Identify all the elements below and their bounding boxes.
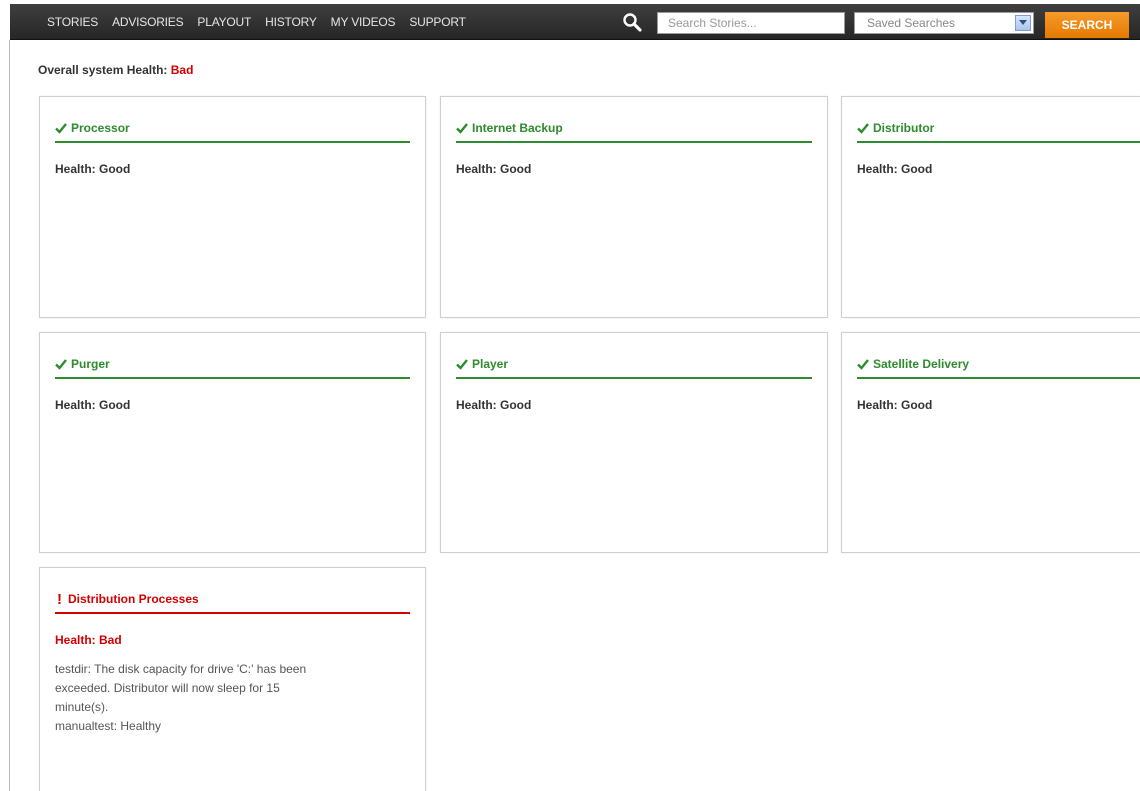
card-title: Purger: [71, 357, 110, 371]
health-card-satellite-delivery: Satellite Delivery Health: Good: [841, 332, 1140, 553]
card-health-status: Health: Good: [857, 398, 933, 412]
checkmark-icon: [456, 123, 468, 134]
health-card-player: Player Health: Good: [440, 332, 828, 553]
card-title: Satellite Delivery: [873, 357, 970, 371]
nav-item-playout[interactable]: PLAYOUT: [190, 4, 258, 40]
nav-item-history[interactable]: HISTORY: [258, 4, 324, 40]
saved-searches-dropdown[interactable]: Saved Searches: [854, 12, 1034, 34]
card-title: Distribution Processes: [68, 592, 199, 606]
card-header: Internet Backup: [456, 115, 812, 143]
detail-line: minute(s).: [55, 700, 109, 714]
nav-item-advisories[interactable]: ADVISORIES: [105, 4, 190, 40]
checkmark-icon: [55, 123, 67, 134]
card-health-status: Health: Good: [55, 398, 131, 412]
card-title: Internet Backup: [472, 121, 563, 135]
card-title: Distributor: [873, 121, 935, 135]
search-stories-input[interactable]: [657, 12, 845, 34]
card-title: Processor: [71, 121, 130, 135]
left-border-line: [9, 40, 10, 791]
nav-item-stories[interactable]: STORIES: [40, 4, 105, 40]
health-card-distributor: Distributor Health: Good: [841, 96, 1140, 318]
nav-menu: STORIES ADVISORIES PLAYOUT HISTORY MY VI…: [40, 4, 473, 40]
card-header: Purger: [55, 351, 410, 379]
overall-health: Overall system Health: Bad: [38, 63, 193, 77]
card-header: Satellite Delivery: [857, 351, 1140, 379]
health-card-distribution-processes: ! Distribution Processes Health: Bad tes…: [39, 567, 426, 791]
detail-line: testdir: The disk capacity for drive 'C:…: [55, 662, 307, 676]
card-health-status: Health: Good: [857, 162, 933, 176]
card-health-status: Health: Good: [55, 162, 131, 176]
card-health-status: Health: Good: [456, 398, 532, 412]
card-title: Player: [472, 357, 509, 371]
chevron-down-icon[interactable]: [1015, 15, 1031, 31]
checkmark-icon: [857, 359, 869, 370]
checkmark-icon: [55, 359, 67, 370]
exclamation-icon: !: [57, 590, 62, 608]
health-card-purger: Purger Health: Good: [39, 332, 426, 553]
top-navigation-bar: STORIES ADVISORIES PLAYOUT HISTORY MY VI…: [10, 4, 1140, 40]
card-details: testdir: The disk capacity for drive 'C:…: [55, 660, 385, 736]
overall-health-status: Bad: [170, 63, 194, 77]
health-card-processor: Processor Health: Good: [39, 96, 426, 318]
card-header: ! Distribution Processes: [55, 586, 410, 614]
checkmark-icon: [456, 359, 468, 370]
search-icon[interactable]: [622, 12, 642, 32]
detail-line: manualtest: Healthy: [55, 719, 162, 733]
checkmark-icon: [857, 123, 869, 134]
search-button[interactable]: SEARCH: [1045, 12, 1129, 38]
nav-item-support[interactable]: SUPPORT: [402, 4, 472, 40]
nav-item-my-videos[interactable]: MY VIDEOS: [324, 4, 403, 40]
saved-searches-label: Saved Searches: [867, 16, 956, 30]
card-header: Player: [456, 351, 812, 379]
overall-health-label: Overall system Health:: [38, 63, 168, 77]
system-health-page: STORIES ADVISORIES PLAYOUT HISTORY MY VI…: [0, 0, 1140, 791]
card-health-status: Health: Good: [456, 162, 532, 176]
card-header: Distributor: [857, 115, 1140, 143]
health-card-internet-backup: Internet Backup Health: Good: [440, 96, 828, 318]
card-header: Processor: [55, 115, 410, 143]
card-health-status: Health: Bad: [55, 633, 122, 647]
detail-line: exceeded. Distributor will now sleep for…: [55, 681, 280, 695]
